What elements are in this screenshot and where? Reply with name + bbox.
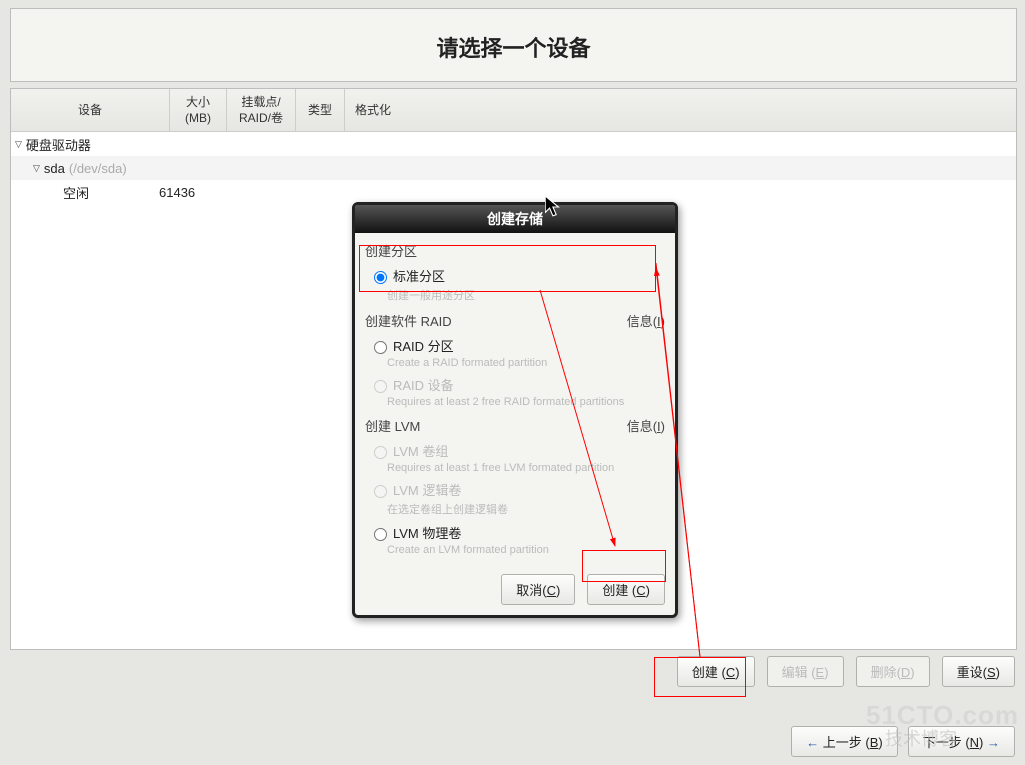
header-type[interactable]: 类型 [296, 89, 345, 131]
expand-icon[interactable]: ▽ [11, 139, 26, 150]
hint-raid-partition: Create a RAID formated partition [387, 357, 665, 369]
footer-delete-button: 删除(D) [856, 656, 930, 687]
hint-lvm-vg: Requires at least 1 free LVM formated pa… [387, 462, 665, 474]
tree-root-label: 硬盘驱动器 [26, 135, 91, 154]
radio-lvm-vg: LVM 卷组 [369, 441, 665, 460]
radio-standard-partition[interactable]: 标准分区 [369, 266, 665, 285]
hint-raid-device: Requires at least 2 free RAID formated p… [387, 396, 665, 408]
radio-lvm-vg-label: LVM 卷组 [393, 441, 448, 460]
radio-lvm-pv-label: LVM 物理卷 [393, 523, 461, 542]
back-button[interactable]: ← 上一步 (B) [791, 726, 898, 757]
window: 请选择一个设备 设备 大小 (MB) 挂载点/ RAID/卷 类型 格式化 ▽ … [0, 0, 1025, 765]
radio-lvm-lv-label: LVM 逻辑卷 [393, 480, 461, 499]
section-raid: 创建软件 RAID [365, 311, 452, 330]
create-storage-dialog: 创建存储 创建分区 标准分区 创建一般用途分区 创建软件 RAID 信息(I) … [352, 202, 678, 618]
radio-raid-partition-label: RAID 分区 [393, 336, 454, 355]
table-header-row: 设备 大小 (MB) 挂载点/ RAID/卷 类型 格式化 [11, 89, 1016, 132]
expand-icon[interactable]: ▽ [29, 163, 44, 174]
radio-raid-device-input [374, 380, 387, 393]
arrow-right-icon: → [987, 735, 1000, 750]
dialog-title: 创建存储 [355, 205, 675, 233]
radio-raid-partition[interactable]: RAID 分区 [369, 336, 665, 355]
link-info-lvm[interactable]: 信息(I) [627, 416, 665, 435]
radio-raid-partition-input[interactable] [374, 341, 387, 354]
dialog-body: 创建分区 标准分区 创建一般用途分区 创建软件 RAID 信息(I) RAID … [355, 233, 675, 615]
next-button[interactable]: 下一步 (N) → [908, 726, 1015, 757]
radio-standard-label: 标准分区 [393, 266, 445, 285]
footer-actions: 创建 (C) 编辑 (E) 删除(D) 重设(S) [10, 656, 1015, 687]
footer-edit-button: 编辑 (E) [767, 656, 844, 687]
link-info-raid[interactable]: 信息(I) [627, 311, 665, 330]
create-button[interactable]: 创建 (C) [587, 574, 665, 605]
hint-lvm-pv: Create an LVM formated partition [387, 544, 665, 556]
nav-actions: ← 上一步 (B) 下一步 (N) → [791, 726, 1015, 757]
hint-standard: 创建一般用途分区 [387, 287, 665, 303]
section-lvm: 创建 LVM [365, 416, 420, 435]
radio-standard-input[interactable] [374, 271, 387, 284]
radio-lvm-vg-input [374, 446, 387, 459]
cancel-button[interactable]: 取消(C) [501, 574, 575, 605]
header-device[interactable]: 设备 [11, 89, 170, 131]
hint-lvm-lv: 在选定卷组上创建逻辑卷 [387, 501, 665, 517]
page-title: 请选择一个设备 [11, 31, 1016, 63]
radio-lvm-lv: LVM 逻辑卷 [369, 480, 665, 499]
radio-lvm-pv-input[interactable] [374, 528, 387, 541]
header-mount[interactable]: 挂载点/ RAID/卷 [227, 89, 296, 131]
tree-row-root[interactable]: ▽ 硬盘驱动器 [11, 132, 1016, 156]
title-box: 请选择一个设备 [10, 8, 1017, 82]
header-format[interactable]: 格式化 [345, 89, 401, 131]
arrow-left-icon: ← [806, 735, 819, 750]
tree-disk-dev: (/dev/sda) [69, 161, 127, 176]
dialog-actions: 取消(C) 创建 (C) [365, 574, 665, 605]
tree-free-label: 空闲 [63, 183, 159, 202]
footer-reset-button[interactable]: 重设(S) [942, 656, 1015, 687]
radio-lvm-lv-input [374, 485, 387, 498]
radio-lvm-pv[interactable]: LVM 物理卷 [369, 523, 665, 542]
radio-raid-device-label: RAID 设备 [393, 375, 454, 394]
tree-row-free[interactable]: 空闲 61436 [11, 180, 1016, 204]
header-size[interactable]: 大小 (MB) [170, 89, 227, 131]
footer-create-button[interactable]: 创建 (C) [677, 656, 755, 687]
tree-free-size: 61436 [159, 185, 195, 200]
radio-raid-device: RAID 设备 [369, 375, 665, 394]
section-partition: 创建分区 [365, 241, 417, 260]
tree-disk-label: sda [44, 161, 65, 176]
tree-row-disk[interactable]: ▽ sda (/dev/sda) [11, 156, 1016, 180]
